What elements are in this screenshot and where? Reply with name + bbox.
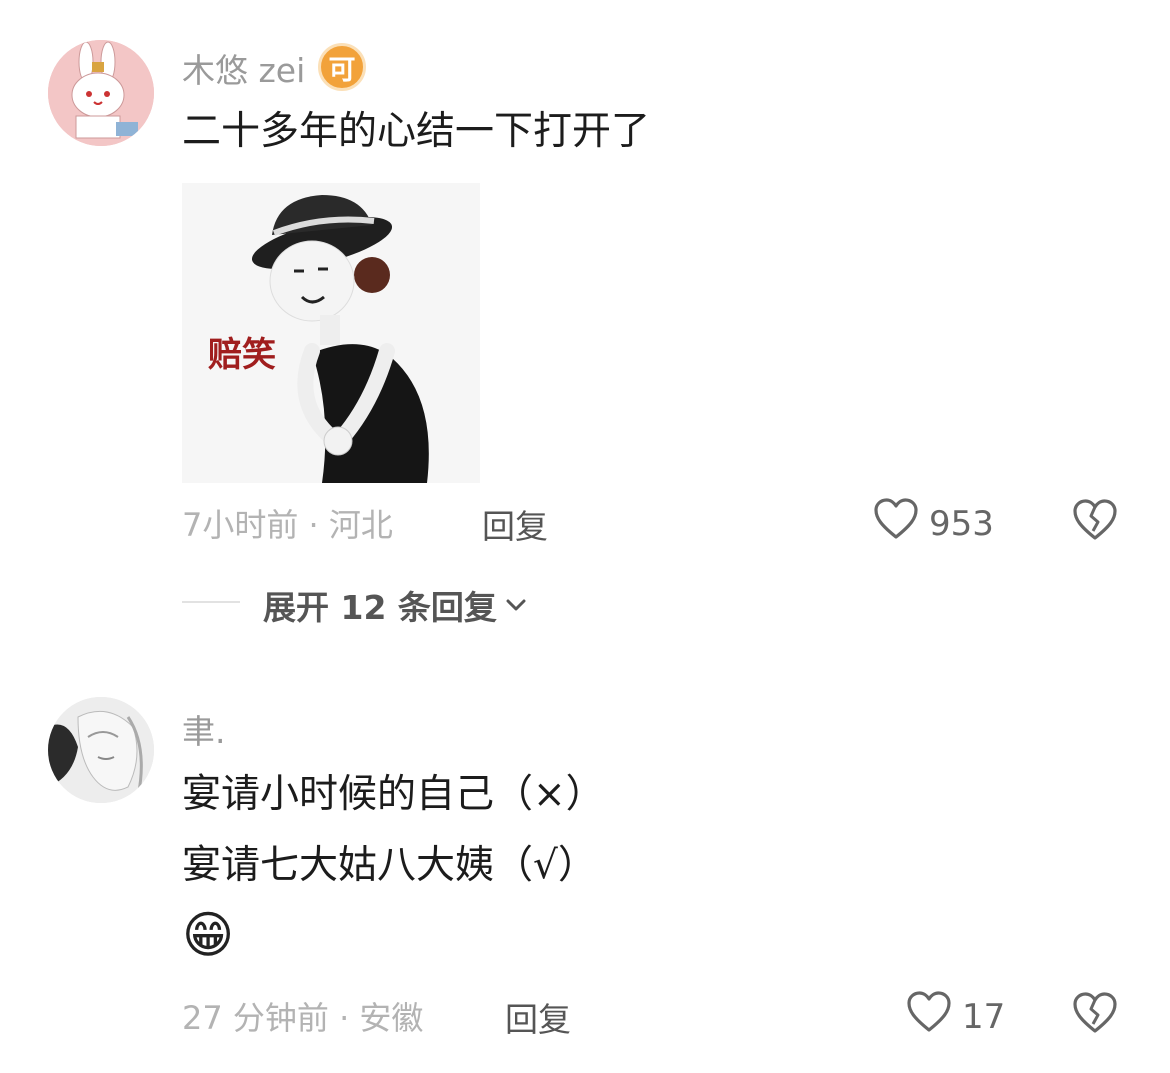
comment-text-line: 宴请七大姑八大姨（√） <box>182 843 597 888</box>
sketch-portrait-avatar <box>48 697 154 803</box>
sticker-image[interactable]: 赔笑 <box>182 183 480 483</box>
divider-line <box>182 601 240 603</box>
bunny-avatar-illustration <box>48 40 154 146</box>
reply-button[interactable]: 回复 <box>482 500 548 548</box>
expand-replies-label: 展开 12 条回复 <box>263 588 497 627</box>
dislike-button[interactable] <box>1072 991 1118 1039</box>
like-button[interactable]: 953 <box>873 497 994 550</box>
broken-heart-icon <box>1072 992 1118 1039</box>
creator-badge: 可 <box>318 43 366 91</box>
chevron-down-icon <box>505 598 527 612</box>
avatar[interactable] <box>48 697 154 803</box>
like-count: 953 <box>929 503 994 544</box>
avatar[interactable] <box>48 40 154 146</box>
broken-heart-icon <box>1072 499 1118 546</box>
heart-icon <box>873 497 919 550</box>
comment-text-line: 宴请小时候的自己（×） <box>182 772 605 817</box>
timestamp-location: 7小时前 · 河北 <box>182 506 393 544</box>
grinning-emoji: 😁 <box>182 906 235 964</box>
reply-button[interactable]: 回复 <box>505 993 571 1041</box>
like-button[interactable]: 17 <box>906 990 1005 1043</box>
comment-text: 二十多年的心结一下打开了 <box>182 109 651 154</box>
username[interactable]: 聿. <box>182 705 226 753</box>
like-count: 17 <box>962 996 1006 1037</box>
heart-icon <box>906 990 952 1043</box>
dislike-button[interactable] <box>1072 498 1118 546</box>
timestamp-location: 27 分钟前 · 安徽 <box>182 999 424 1037</box>
expand-replies-button[interactable]: 展开 12 条回复 <box>263 581 527 629</box>
username[interactable]: 木悠 zei <box>182 44 305 92</box>
sticker-caption: 赔笑 <box>208 335 276 375</box>
